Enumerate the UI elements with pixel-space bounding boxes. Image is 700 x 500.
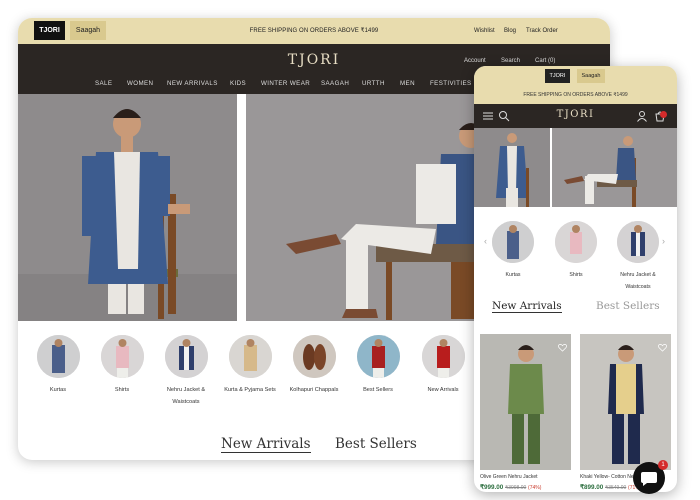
announcement-bar: TJORI Saagah FREE SHIPPING ON ORDERS ABO… bbox=[18, 18, 610, 44]
product-image[interactable] bbox=[580, 334, 671, 470]
cart-badge bbox=[660, 111, 667, 118]
category-image bbox=[356, 335, 400, 378]
mobile-header: TJORI bbox=[474, 104, 677, 128]
category-shirts[interactable]: Shirts bbox=[92, 335, 152, 396]
category-nehru-jacket[interactable]: Nehru Jacket & Waistcoats bbox=[156, 335, 216, 408]
nav-item-festivities[interactable]: FESTIVITIES bbox=[430, 80, 472, 87]
category-image bbox=[421, 335, 465, 378]
product-image[interactable] bbox=[480, 334, 571, 470]
category-kurta-pyjama-sets[interactable]: Kurta & Pyjama Sets bbox=[220, 335, 280, 396]
category-label: Best Sellers bbox=[363, 387, 393, 393]
blog-link[interactable]: Blog bbox=[504, 18, 516, 44]
tab-new-arrivals[interactable]: New Arrivals bbox=[221, 436, 311, 453]
nav-item-urtth[interactable]: URTTH bbox=[362, 80, 385, 87]
mobile-brand-bar: TJORI Saagah bbox=[474, 66, 677, 86]
wishlist-link[interactable]: Wishlist bbox=[474, 18, 495, 44]
mobile-category-kurtas[interactable]: Kurtas bbox=[485, 221, 541, 281]
category-image bbox=[100, 335, 144, 378]
category-image bbox=[492, 221, 534, 263]
mobile-tab-new-arrivals[interactable]: New Arrivals bbox=[492, 300, 562, 313]
mobile-shipping-banner: FREE SHIPPING ON ORDERS ABOVE ₹1499 bbox=[474, 86, 677, 104]
category-label: Kurtas bbox=[49, 387, 67, 393]
category-label: Nehru Jacket & Waistcoats bbox=[620, 272, 656, 290]
wishlist-heart-icon[interactable] bbox=[658, 343, 667, 352]
mobile-hero-image-left[interactable] bbox=[474, 128, 550, 207]
mobile-category-nehru-jacket[interactable]: Nehru Jacket & Waistcoats bbox=[610, 221, 666, 293]
hero-image-left[interactable] bbox=[18, 94, 237, 321]
shipping-banner: FREE SHIPPING ON ORDERS ABOVE ₹1499 bbox=[249, 28, 379, 34]
nav-item-kids[interactable]: KIDS bbox=[230, 80, 246, 87]
cart-link[interactable]: Cart (0) bbox=[535, 58, 555, 64]
product-card[interactable]: Olive Green Nehru Jacket ₹999.00 ₹3998.0… bbox=[480, 334, 571, 491]
search-link[interactable]: Search bbox=[501, 58, 520, 64]
mobile-hero-image-right[interactable] bbox=[552, 128, 677, 207]
category-kurtas[interactable]: Kurtas bbox=[28, 335, 88, 396]
mobile-brand-tab-tjori[interactable]: TJORI bbox=[545, 69, 570, 83]
tab-best-sellers[interactable]: Best Sellers bbox=[335, 436, 417, 452]
mobile-tab-best-sellers[interactable]: Best Sellers bbox=[596, 300, 660, 312]
category-image bbox=[228, 335, 272, 378]
nav-item-men[interactable]: MEN bbox=[400, 80, 415, 87]
category-image bbox=[36, 335, 80, 378]
wishlist-heart-icon[interactable] bbox=[558, 343, 567, 352]
nav-item-saagah[interactable]: SAAGAH bbox=[321, 80, 349, 87]
mobile-category-shirts[interactable]: Shirts bbox=[548, 221, 604, 281]
category-label: Kurta & Pyjama Sets bbox=[224, 387, 276, 393]
category-image bbox=[555, 221, 597, 263]
account-icon[interactable] bbox=[636, 110, 648, 122]
category-best-sellers[interactable]: Best Sellers bbox=[348, 335, 408, 396]
category-image bbox=[164, 335, 208, 378]
category-kolhapuri-chappals[interactable]: Kolhapuri Chappals bbox=[284, 335, 344, 396]
category-label: Shirts bbox=[114, 387, 130, 393]
nav-item-new-arrivals[interactable]: NEW ARRIVALS bbox=[167, 80, 218, 87]
product-name[interactable]: Olive Green Nehru Jacket bbox=[480, 474, 571, 480]
account-link[interactable]: Account bbox=[464, 58, 486, 64]
product-price: ₹999.00 ₹3998.00 (74%) bbox=[480, 484, 542, 491]
track-order-link[interactable]: Track Order bbox=[526, 18, 558, 44]
category-image bbox=[292, 335, 336, 378]
chat-badge: 1 bbox=[658, 460, 668, 470]
nav-item-women[interactable]: WOMEN bbox=[127, 80, 153, 87]
mobile-brand-tab-saagah[interactable]: Saagah bbox=[577, 69, 605, 83]
category-label: Shirts bbox=[569, 272, 583, 278]
category-label: New Arrivals bbox=[427, 387, 459, 393]
nav-item-winter-wear[interactable]: WINTER WEAR bbox=[261, 80, 310, 87]
category-label: Kolhapuri Chappals bbox=[289, 387, 339, 393]
category-new-arrivals[interactable]: New Arrivals bbox=[413, 335, 473, 396]
nav-item-sale[interactable]: SALE bbox=[95, 80, 112, 87]
category-label: Nehru Jacket & Waistcoats bbox=[166, 387, 206, 405]
mobile-screenshot: TJORI Saagah FREE SHIPPING ON ORDERS ABO… bbox=[474, 66, 677, 492]
category-label: Kurtas bbox=[505, 272, 521, 278]
category-image bbox=[617, 221, 659, 263]
